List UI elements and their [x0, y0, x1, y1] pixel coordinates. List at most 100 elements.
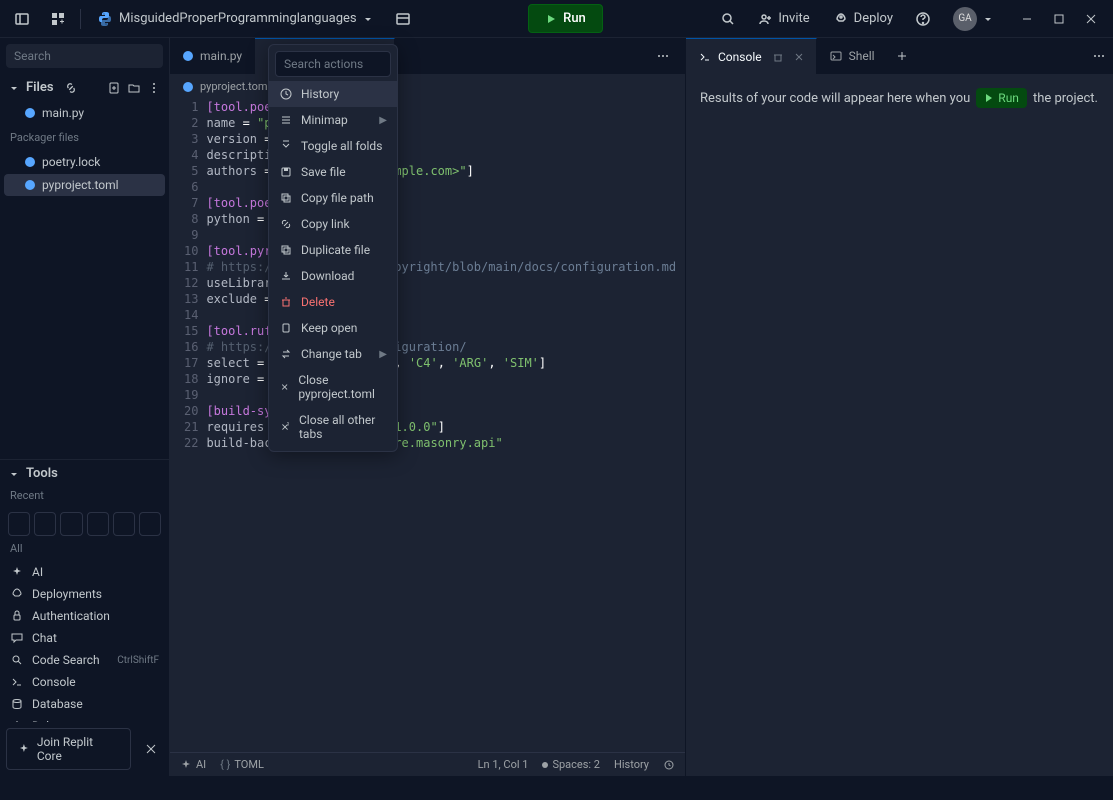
recent-slot[interactable] [60, 512, 82, 536]
recent-slot[interactable] [113, 512, 135, 536]
maximize-icon[interactable] [1045, 5, 1073, 33]
breadcrumb: pyproject.toml [170, 74, 685, 99]
file-item[interactable]: poetry.lock [4, 151, 165, 173]
recent-slot[interactable] [87, 512, 109, 536]
tab-more-icon[interactable] [649, 42, 677, 70]
context-item-minimap[interactable]: Minimap▶ [269, 107, 397, 133]
tool-icon [10, 609, 24, 623]
context-item-close-all-other-tabs[interactable]: 3Close all other tabs [269, 407, 397, 447]
tool-item-database[interactable]: Database [0, 693, 169, 715]
tool-label: Database [32, 697, 83, 711]
tools-header[interactable]: Tools [0, 460, 169, 487]
sparkle-icon [180, 759, 192, 771]
python-icon [97, 11, 113, 27]
history-icon[interactable] [663, 759, 675, 771]
minimize-icon[interactable] [1013, 5, 1041, 33]
tool-item-console[interactable]: Console [0, 671, 169, 693]
console-msg-after: the project. [1033, 91, 1098, 106]
tool-item-ai[interactable]: AI [0, 561, 169, 583]
context-item-copy-link[interactable]: Copy link [269, 211, 397, 237]
context-item-download[interactable]: Download [269, 263, 397, 289]
context-item-change-tab[interactable]: Change tab▶ [269, 341, 397, 367]
add-pane-icon[interactable] [44, 5, 72, 33]
project-selector[interactable]: MisguidedProperProgramminglanguages [89, 7, 381, 31]
sidebar-toggle-icon[interactable] [8, 5, 36, 33]
indentation[interactable]: Spaces: 2 [542, 758, 600, 771]
tool-shortcut: CtrlShiftF [117, 655, 159, 666]
tool-item-chat[interactable]: Chat [0, 627, 169, 649]
recent-slot[interactable] [34, 512, 56, 536]
console-output: Results of your code will appear here wh… [686, 74, 1113, 122]
recent-slot[interactable] [8, 512, 30, 536]
new-file-icon[interactable] [107, 81, 121, 95]
context-item-history[interactable]: History [269, 81, 397, 107]
right-pane: Console Shell Results of your code will a… [685, 38, 1113, 776]
close-icon[interactable] [794, 52, 804, 62]
recent-tools [0, 508, 169, 540]
play-icon [984, 93, 994, 103]
rocket-icon [834, 12, 848, 26]
context-item-label: Duplicate file [301, 243, 370, 257]
search-icon[interactable] [714, 5, 742, 33]
deploy-button[interactable]: Deploy [826, 7, 901, 30]
new-folder-icon[interactable] [127, 81, 141, 95]
ai-status[interactable]: AI [180, 758, 206, 771]
tab-icon [829, 49, 843, 63]
user-menu[interactable]: GA [945, 3, 1001, 35]
run-hint-label: Run [998, 91, 1019, 105]
context-menu: Search actions HistoryMinimap▶ Toggle all… [268, 44, 398, 452]
context-item-close-pyproject-toml[interactable]: Close pyproject.toml [269, 367, 397, 407]
context-item-duplicate-file[interactable]: Duplicate file [269, 237, 397, 263]
tool-label: AI [32, 565, 43, 579]
tool-item-code-search[interactable]: Code SearchCtrlShiftF [0, 649, 169, 671]
search-input[interactable]: Search [6, 44, 163, 68]
tool-item-authentication[interactable]: Authentication [0, 605, 169, 627]
files-label: Files [26, 80, 54, 95]
close-icon[interactable] [137, 735, 165, 763]
sparkle-icon [17, 742, 31, 756]
context-search-input[interactable]: Search actions [275, 51, 391, 77]
run-button[interactable]: Run [528, 4, 603, 33]
more-icon[interactable] [147, 81, 161, 95]
context-item-copy-file-path[interactable]: Copy file path [269, 185, 397, 211]
file-name: main.py [42, 106, 84, 120]
context-item-delete[interactable]: Delete [269, 289, 397, 315]
files-header[interactable]: Files [0, 74, 169, 101]
right-tab[interactable]: Shell [817, 38, 888, 74]
help-icon[interactable] [909, 5, 937, 33]
invite-button[interactable]: Invite [750, 7, 817, 30]
right-tab[interactable]: Console [686, 38, 817, 74]
tab-more-icon[interactable] [1085, 42, 1113, 70]
file-item[interactable]: main.py [4, 102, 165, 124]
recent-slot[interactable] [139, 512, 161, 536]
context-item-label: Copy file path [301, 191, 374, 205]
save-icon [279, 165, 293, 179]
trash-icon[interactable] [772, 51, 784, 63]
context-item-toggle-all-folds[interactable]: Toggle all folds [269, 133, 397, 159]
editor-tab[interactable]: main.py [170, 38, 255, 74]
tab-label: Console [718, 50, 762, 64]
context-item-keep-open[interactable]: Keep open [269, 315, 397, 341]
tool-item-deployments[interactable]: Deployments [0, 583, 169, 605]
duplicate-icon [279, 243, 293, 257]
file-icon [24, 179, 36, 191]
run-hint-button[interactable]: Run [976, 88, 1027, 108]
join-replit-core[interactable]: Join Replit Core [6, 728, 131, 770]
console-msg-before: Results of your code will appear here wh… [700, 91, 970, 106]
tool-label: Console [32, 675, 76, 689]
layout-icon[interactable] [389, 5, 417, 33]
cursor-position[interactable]: Ln 1, Col 1 [478, 758, 529, 771]
new-tab-icon[interactable] [888, 42, 916, 70]
context-item-save-file[interactable]: Save file [269, 159, 397, 185]
file-item[interactable]: pyproject.toml [4, 174, 165, 196]
history-status[interactable]: History [614, 758, 649, 771]
context-item-label: Toggle all folds [301, 139, 382, 153]
close-window-icon[interactable] [1077, 5, 1105, 33]
history-icon [279, 87, 293, 101]
file-icon [24, 156, 36, 168]
code-editor[interactable]: 12345678910111213141516171819202122 [too… [170, 99, 685, 752]
tool-item-debugger[interactable]: Debugger [0, 715, 169, 722]
close-icon [279, 380, 290, 394]
pin-icon [279, 321, 293, 335]
language-status[interactable]: { } TOML [220, 758, 264, 771]
